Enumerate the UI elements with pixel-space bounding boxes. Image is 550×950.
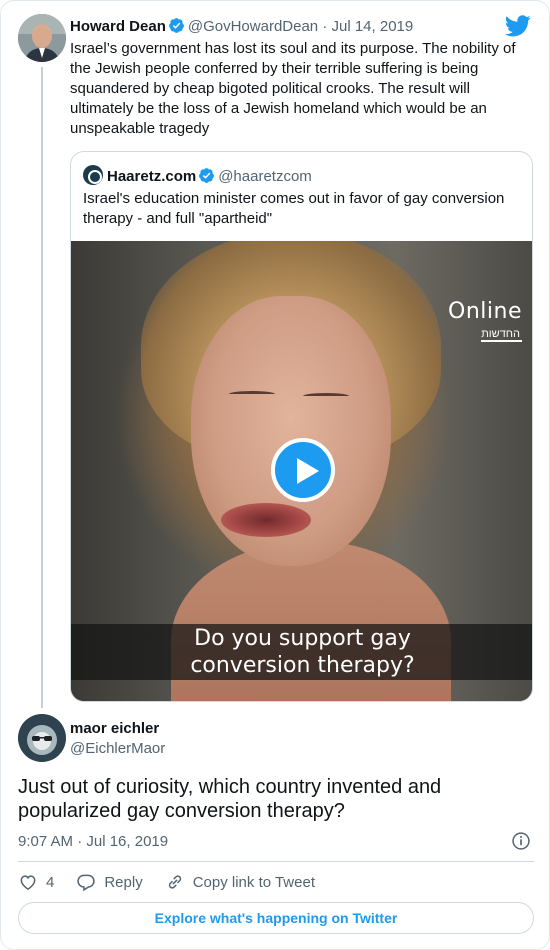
play-icon[interactable] [271,438,335,502]
like-count: 4 [46,873,55,891]
parent-tweet-header: Howard Dean @GovHowardDean · Jul 14, 2019 [70,17,413,37]
heart-icon [20,875,36,890]
howard-dean-avatar[interactable] [18,14,66,62]
tweet-embed-card: Howard Dean @GovHowardDean · Jul 14, 2019… [0,0,550,950]
caption-line-2: conversion therapy? [190,653,415,678]
link-icon [168,875,181,889]
reply-label: Reply [104,873,143,891]
reply-tweet-text: Just out of curiosity, which country inv… [18,776,442,822]
verified-badge-icon [199,168,215,183]
author-name[interactable]: Howard Dean [70,18,166,35]
reply-author-name[interactable]: maor eichler [70,719,159,739]
info-icon[interactable] [511,831,531,851]
quoted-author-handle: @haaretzcom [218,168,312,185]
thumbnail-mouth-shape [221,503,311,537]
tweet-date[interactable]: · Jul 14, 2019 [322,18,413,35]
haaretz-logo-icon [83,165,103,185]
video-caption: Do you support gay conversion therapy? [71,625,532,679]
copy-link-button[interactable]: Copy link to Tweet [165,872,315,892]
watermark-subtitle: החדשות [481,328,522,342]
copy-link-label: Copy link to Tweet [192,873,315,891]
quoted-tweet-header: Haaretz.com @haaretzcom [83,165,312,187]
quoted-tweet[interactable]: Haaretz.com @haaretzcom Israel's educatio… [70,151,533,702]
reply-timestamp[interactable]: 9:07 AM · Jul 16, 2019 [18,832,168,852]
tweet-actions: 4 Reply Copy link to Tweet [18,871,337,893]
divider [18,861,534,862]
caption-line-1: Do you support gay [194,626,411,651]
author-handle[interactable]: @GovHowardDean [188,18,318,35]
quoted-tweet-text: Israel's education minister comes out in… [83,190,505,227]
reply-icon [77,874,96,892]
thread-connector-line [41,67,43,708]
verified-badge-icon [168,18,184,33]
parent-tweet-text: Israel’s government has lost its soul an… [70,40,516,137]
thumbnail-eye-left [229,391,275,397]
maor-eichler-avatar[interactable] [18,714,66,762]
video-player[interactable]: Online החדשות Do you support gay convers… [71,241,532,701]
reply-author-handle[interactable]: @EichlerMaor [70,739,165,759]
quoted-author-name: Haaretz.com [107,168,197,185]
thumbnail-eye-right [303,393,349,399]
twitter-bird-icon[interactable] [505,15,531,37]
online-watermark: Online החדשות [448,299,522,342]
reply-button[interactable]: Reply [76,872,143,892]
watermark-title: Online [448,299,522,324]
explore-twitter-button[interactable]: Explore what's happening on Twitter [18,902,534,934]
like-button[interactable]: 4 [18,872,54,892]
